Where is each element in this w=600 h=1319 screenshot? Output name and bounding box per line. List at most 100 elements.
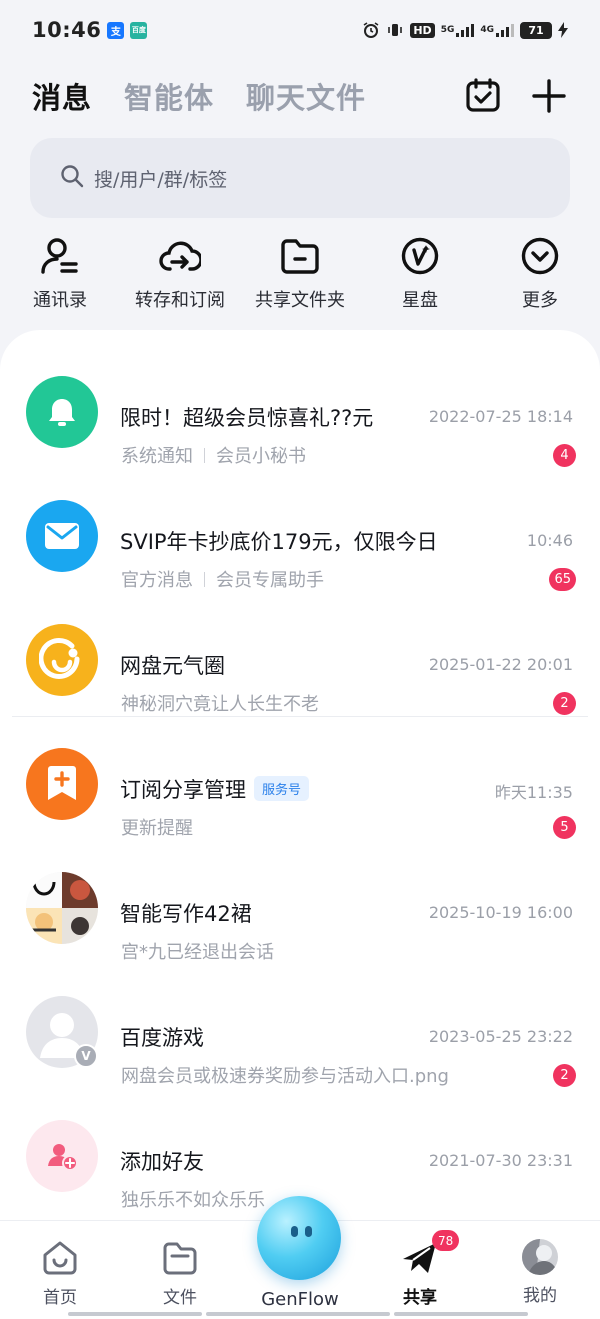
search-placeholder: 搜/用户/群/标签 [94,168,228,191]
list-item[interactable]: 网盘元气圈 2025-01-22 20:01 神秘洞穴竟让人长生不老 2 [0,604,600,728]
search-input[interactable]: 搜/用户/群/标签 [30,138,570,218]
quick-action-contacts[interactable]: 通讯录 [0,234,120,324]
tab-agents[interactable]: 智能体 [124,75,214,117]
quick-action-label: 转存和订阅 [135,290,225,311]
nav-label: 我的 [523,1286,557,1306]
item-time: 2023-05-25 23:22 [428,1027,573,1046]
chevron-down-circle-icon [518,234,562,278]
header: 消息 智能体 聊天文件 [0,70,600,122]
quick-action-label: 更多 [522,290,558,311]
home-indicator [206,1312,390,1316]
mail-avatar [26,500,98,572]
share-unread-badge: 78 [432,1230,460,1251]
alipay-status-icon: 支 [107,21,125,39]
item-sender: 会员小秘书 [216,446,306,467]
shared-folder-icon [278,234,322,278]
service-account-tag: 服务号 [254,776,310,801]
bell-icon [49,399,75,426]
nav-home[interactable]: 首页 [0,1221,120,1319]
baidu-status-icon: 百度 [130,21,148,39]
calendar-check-icon[interactable] [464,77,502,115]
list-item[interactable]: V 百度游戏 2023-05-25 23:22 网盘会员或极速券奖励参与活动入口… [0,976,600,1100]
folder-icon [163,1242,197,1275]
item-subtitle: 官方消息 会员专属助手 [121,566,324,592]
genflow-orb-icon[interactable] [257,1196,341,1280]
divider [12,716,588,717]
item-title: 订阅分享管理 服务号 [120,774,310,804]
hd-voice-icon: HD [410,22,435,38]
separator [204,572,205,587]
item-title: 添加好友 [120,1150,204,1174]
home-icon [43,1241,77,1275]
network-4g-label: 4G [480,25,494,35]
item-time: 昨天11:35 [494,783,573,802]
circle-avatar [26,624,98,696]
contacts-icon [38,234,82,278]
orb-eye-left [291,1226,298,1237]
unread-badge: 2 [553,1064,576,1087]
home-indicator [394,1312,528,1316]
bell-avatar [26,376,98,448]
item-subtitle: 系统通知 会员小秘书 [121,442,306,468]
list-item[interactable]: SVIP年卡抄底价179元，仅限今日 10:46 官方消息 会员专属助手 65 [0,480,600,604]
add-icon[interactable] [530,77,568,115]
item-title: 限时！超级会员惊喜礼??元 [120,406,374,430]
verified-icon: V [74,1044,98,1068]
quick-action-more[interactable]: 更多 [480,234,600,324]
alarm-icon [362,21,380,39]
nav-share[interactable]: 共享 78 [360,1221,480,1319]
list-item[interactable]: 订阅分享管理 服务号 昨天11:35 更新提醒 5 [0,728,600,852]
item-subtitle: 网盘会员或极速券奖励参与活动入口.png [121,1066,449,1087]
unread-badge: 65 [549,568,576,591]
home-indicator [68,1312,202,1316]
nav-label: 共享 [403,1288,437,1308]
network-5g-label: 5G [440,25,455,35]
orb-eye-right [305,1226,312,1237]
item-source: 系统通知 [121,446,193,467]
item-title-text: 订阅分享管理 [120,778,246,802]
item-time: 2022-07-25 18:14 [428,407,573,426]
quick-action-star-disk[interactable]: 星盘 [360,234,480,324]
item-source: 官方消息 [121,570,193,591]
bookmark-plus-icon [48,766,76,800]
quick-action-label: 星盘 [402,290,438,311]
item-title: SVIP年卡抄底价179元，仅限今日 [120,530,438,554]
item-subtitle: 更新提醒 [121,818,193,839]
quick-action-shared-folder[interactable]: 共享文件夹 [240,234,360,324]
message-list: 限时！超级会员惊喜礼??元 2022-07-25 18:14 系统通知 会员小秘书… [0,330,600,1220]
unread-badge: 4 [553,444,576,467]
unread-badge: 5 [553,816,576,839]
item-time: 10:46 [526,531,573,550]
list-item[interactable]: 智能写作42裙 2025-10-19 16:00 宫*九已经退出会话 [0,852,600,976]
status-bar: 10:46 支 百度 HD 5G 4G 71 [0,0,600,60]
item-sender: 会员专属助手 [216,570,324,591]
smile-circle-icon [39,637,80,679]
battery-icon: 71 [520,21,552,39]
profile-avatar-icon [522,1239,558,1275]
search-icon [60,164,84,192]
default-user-avatar: V [26,996,98,1068]
nav-profile[interactable]: 我的 [480,1221,600,1319]
add-friend-icon [48,1144,78,1171]
separator [204,448,205,463]
quick-action-label: 通讯录 [33,290,87,311]
group-avatar-icon [26,872,98,944]
header-actions [464,77,568,115]
item-subtitle: 神秘洞穴竟让人长生不老 [121,694,319,715]
quick-action-label: 共享文件夹 [255,290,345,311]
tab-messages[interactable]: 消息 [32,75,92,117]
nav-label: 首页 [43,1288,77,1308]
vibrate-icon [386,21,404,39]
nav-files[interactable]: 文件 [120,1221,240,1319]
cloud-transfer-icon [158,234,202,278]
item-subtitle: 宫*九已经退出会话 [121,942,274,963]
unread-badge: 2 [553,692,576,715]
item-time: 2021-07-30 23:31 [428,1151,573,1170]
tab-chat-files[interactable]: 聊天文件 [246,75,366,117]
subscription-avatar [26,748,98,820]
list-item[interactable]: 限时！超级会员惊喜礼??元 2022-07-25 18:14 系统通知 会员小秘书… [0,356,600,480]
quick-action-transfer-subscribe[interactable]: 转存和订阅 [120,234,240,324]
nav-label: 文件 [163,1288,197,1308]
mail-icon [45,523,79,549]
item-time: 2025-10-19 16:00 [428,903,573,922]
